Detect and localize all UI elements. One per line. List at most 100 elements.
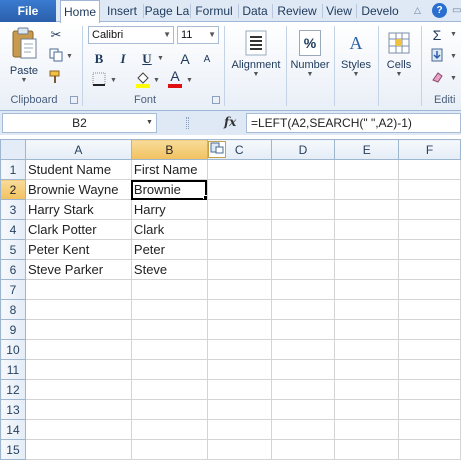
tab-insert[interactable]: Insert [102,0,142,22]
cell-f9[interactable] [398,319,461,340]
cell-a9[interactable] [24,319,132,340]
autosum-icon[interactable]: Σ [428,26,446,44]
font-launcher-icon[interactable] [212,96,220,104]
cell-c2[interactable] [206,179,272,200]
cell-b11[interactable] [130,359,208,380]
row-header[interactable]: 5 [0,239,26,260]
cell-f2[interactable] [398,179,461,200]
borders-dropdown-icon[interactable]: ▼ [110,77,117,84]
cell-d15[interactable] [270,439,336,460]
shrink-font-button[interactable]: A [198,51,216,69]
copy-dropdown-icon[interactable]: ▼ [66,53,73,60]
cell-b12[interactable] [130,379,208,400]
cell-e2[interactable] [334,179,400,200]
cell-c12[interactable] [206,379,272,400]
font-name-dropdown[interactable]: Calibri ▼ [88,26,174,44]
row-header[interactable]: 14 [0,419,26,440]
cell-c13[interactable] [206,399,272,420]
cell-c8[interactable] [206,299,272,320]
cell-e6[interactable] [334,259,400,280]
insert-function-icon[interactable]: fx [224,115,236,129]
cell-d9[interactable] [270,319,336,340]
grow-font-button[interactable]: A [176,50,194,68]
cut-icon[interactable]: ✂ [47,26,65,44]
row-header[interactable]: 1 [0,159,26,180]
cell-d5[interactable] [270,239,336,260]
row-header[interactable]: 4 [0,219,26,240]
tab-developer[interactable]: Develo [357,0,403,22]
name-box-dropdown-icon[interactable]: ▼ [146,119,153,126]
cell-b6[interactable]: Steve [130,259,208,280]
cell-a15[interactable] [24,439,132,460]
number-button[interactable]: % Number ▼ [288,30,332,78]
bold-button[interactable]: B [90,50,108,68]
cell-f5[interactable] [398,239,461,260]
cell-a1[interactable]: Student Name [24,159,132,180]
cell-c10[interactable] [206,339,272,360]
cell-b2[interactable]: Brownie [130,179,208,200]
row-header[interactable]: 15 [0,439,26,460]
tab-review[interactable]: Review [273,0,321,22]
fill-icon[interactable] [428,48,446,66]
cell-c15[interactable] [206,439,272,460]
cell-d1[interactable] [270,159,336,180]
cell-c6[interactable] [206,259,272,280]
cell-b13[interactable] [130,399,208,420]
row-header[interactable]: 13 [0,399,26,420]
row-header[interactable]: 6 [0,259,26,280]
cell-b15[interactable] [130,439,208,460]
cell-f4[interactable] [398,219,461,240]
tab-formulas[interactable]: Formul [191,0,237,22]
cell-e1[interactable] [334,159,400,180]
cell-a7[interactable] [24,279,132,300]
autosum-dropdown-icon[interactable]: ▼ [450,31,457,38]
formula-input[interactable]: =LEFT(A2,SEARCH(" ",A2)-1) [246,113,461,133]
font-color-button[interactable]: A [166,69,184,88]
cell-a6[interactable]: Steve Parker [24,259,132,280]
cell-d7[interactable] [270,279,336,300]
cell-a12[interactable] [24,379,132,400]
cell-f12[interactable] [398,379,461,400]
cell-b5[interactable]: Peter [130,239,208,260]
cell-f1[interactable] [398,159,461,180]
cell-e14[interactable] [334,419,400,440]
cell-e10[interactable] [334,339,400,360]
cell-d11[interactable] [270,359,336,380]
cell-c14[interactable] [206,419,272,440]
underline-button[interactable]: U [138,50,156,68]
name-box[interactable]: B2 [2,113,157,133]
cell-e9[interactable] [334,319,400,340]
tab-page-layout[interactable]: Page La [144,0,190,22]
cell-d6[interactable] [270,259,336,280]
cell-d13[interactable] [270,399,336,420]
cell-a11[interactable] [24,359,132,380]
cell-f6[interactable] [398,259,461,280]
cell-c7[interactable] [206,279,272,300]
row-header[interactable]: 7 [0,279,26,300]
cell-e13[interactable] [334,399,400,420]
cell-e5[interactable] [334,239,400,260]
cell-a2[interactable]: Brownie Wayne [24,179,132,200]
cell-b4[interactable]: Clark [130,219,208,240]
cell-b8[interactable] [130,299,208,320]
cell-f10[interactable] [398,339,461,360]
select-all-corner[interactable] [0,139,26,160]
row-header[interactable]: 11 [0,359,26,380]
cell-e11[interactable] [334,359,400,380]
cell-c5[interactable] [206,239,272,260]
cell-f15[interactable] [398,439,461,460]
cell-a14[interactable] [24,419,132,440]
row-header[interactable]: 2 [0,179,26,200]
alignment-button[interactable]: Alignment ▼ [228,30,284,78]
font-color-dropdown-icon[interactable]: ▼ [186,77,193,84]
cell-a3[interactable]: Harry Stark [24,199,132,220]
cell-e7[interactable] [334,279,400,300]
tab-data[interactable]: Data [239,0,271,22]
cell-f7[interactable] [398,279,461,300]
cell-f13[interactable] [398,399,461,420]
cell-b3[interactable]: Harry [130,199,208,220]
cell-d2[interactable] [270,179,336,200]
cell-d8[interactable] [270,299,336,320]
row-header[interactable]: 10 [0,339,26,360]
help-icon[interactable]: ? [432,3,447,18]
